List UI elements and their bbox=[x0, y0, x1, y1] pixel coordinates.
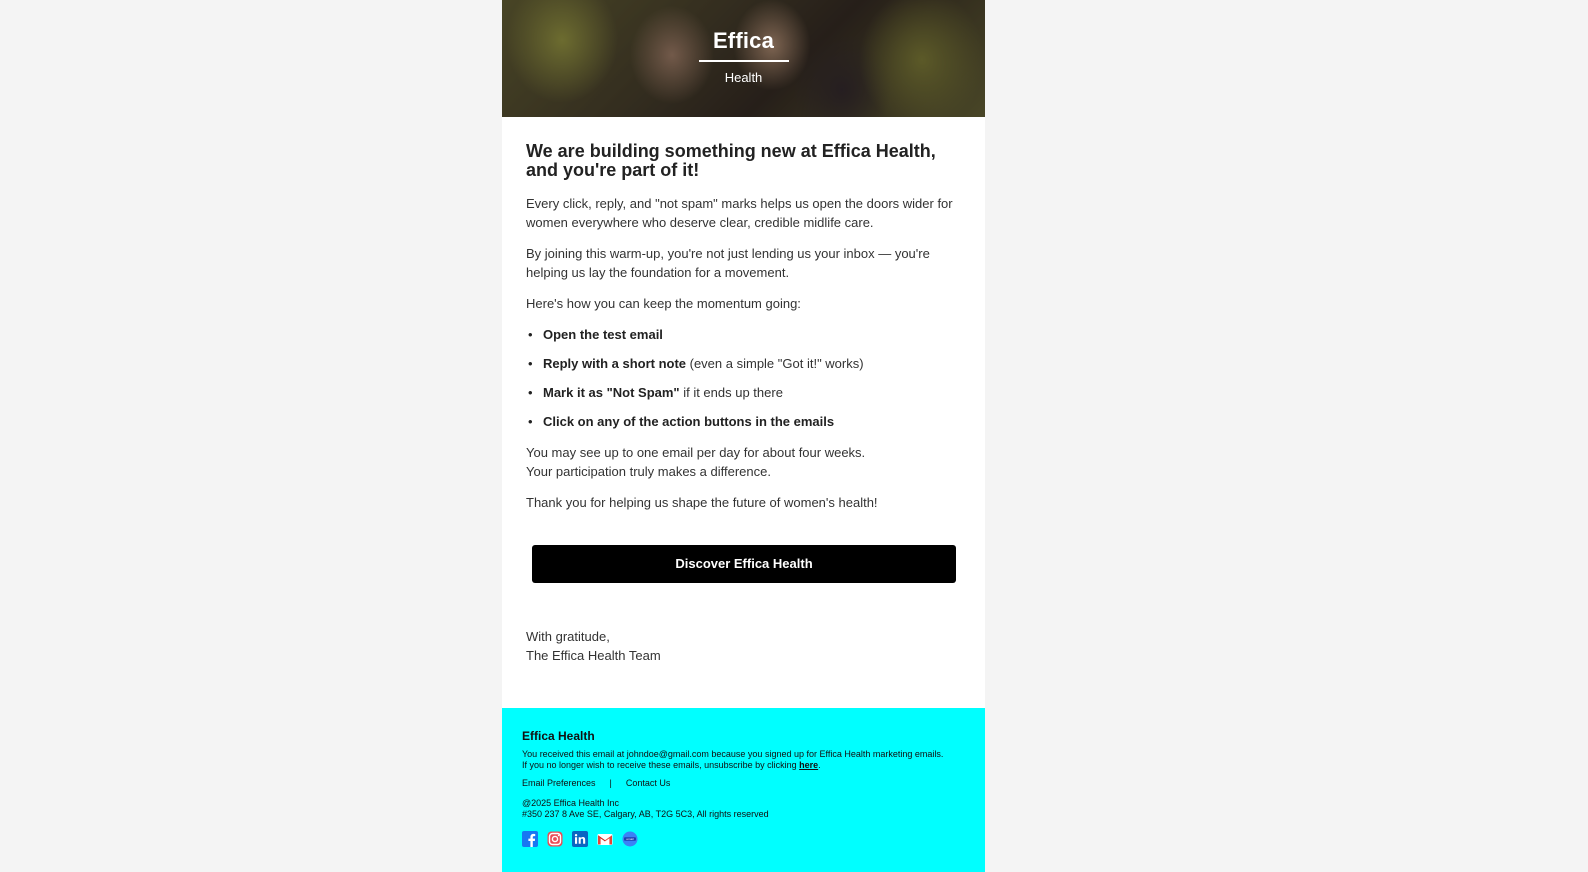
footer-notice: You received this email at johndoe@gmail… bbox=[522, 749, 965, 770]
brand-subtitle: Health bbox=[724, 70, 763, 85]
frequency-line: You may see up to one email per day for … bbox=[526, 445, 866, 460]
hero-banner: Effica Health bbox=[502, 0, 985, 117]
unsubscribe-link[interactable]: here bbox=[799, 760, 818, 770]
gmail-icon[interactable] bbox=[597, 831, 613, 847]
paragraph-momentum: Here's how you can keep the momentum goi… bbox=[526, 296, 801, 311]
hero-brand: Effica Health bbox=[502, 0, 985, 85]
email-container: Effica Health We are building something … bbox=[502, 0, 985, 872]
brand-divider bbox=[698, 60, 789, 62]
footer-notice-line2: If you no longer wish to receive these e… bbox=[522, 759, 800, 770]
footer-title: Effica Health bbox=[522, 729, 595, 743]
address: #350 237 8 Ave SE, Calgary, AB, T2G 5C3,… bbox=[522, 809, 769, 819]
footer-link-separator: | bbox=[609, 778, 612, 788]
paragraph-warmup: By joining this warm-up, you're not just… bbox=[526, 246, 930, 280]
list-item: Reply with a short note (even a simple "… bbox=[526, 354, 961, 373]
footer-notice-line1: You received this email at johndoe@gmail… bbox=[522, 749, 944, 759]
list-item-text: if it ends up there bbox=[679, 385, 783, 400]
cta-wrapper: Discover Effica Health bbox=[502, 524, 985, 583]
list-item-bold: Mark it as "Not Spam" bbox=[543, 385, 680, 400]
signoff: With gratitude, The Effica Health Team bbox=[502, 583, 985, 665]
signoff-greeting: With gratitude, bbox=[526, 629, 610, 644]
signoff-team: The Effica Health Team bbox=[526, 648, 661, 663]
email-body: We are building something new at Effica … bbox=[502, 117, 985, 512]
headline: We are building something new at Effica … bbox=[526, 141, 936, 180]
paragraph-frequency: You may see up to one email per day for … bbox=[526, 443, 961, 481]
list-item: Click on any of the action buttons in th… bbox=[526, 412, 961, 431]
paragraph-intro: Every click, reply, and "not spam" marks… bbox=[526, 196, 953, 230]
paragraph-thanks: Thank you for helping us shape the futur… bbox=[526, 495, 878, 510]
difference-line: Your participation truly makes a differe… bbox=[526, 464, 771, 479]
svg-text:email: email bbox=[626, 837, 634, 841]
brand-name: Effica bbox=[712, 28, 775, 53]
footer-links: Email Preferences | Contact Us bbox=[522, 778, 965, 789]
social-icons: email bbox=[522, 831, 965, 847]
list-item-bold: Reply with a short note bbox=[543, 356, 687, 371]
list-item-bold: Click on any of the action buttons in th… bbox=[543, 414, 835, 429]
list-item-text: (even a simple "Got it!" works) bbox=[686, 356, 864, 371]
linkedin-icon[interactable] bbox=[572, 831, 588, 847]
footer-notice-end: . bbox=[818, 759, 821, 770]
email-badge-icon[interactable]: email bbox=[622, 831, 638, 847]
instagram-icon[interactable] bbox=[547, 831, 563, 847]
facebook-icon[interactable] bbox=[522, 831, 538, 847]
discover-button[interactable]: Discover Effica Health bbox=[532, 545, 956, 583]
list-item: Open the test email bbox=[526, 325, 961, 344]
footer: Effica Health You received this email at… bbox=[502, 708, 985, 872]
contact-us-link[interactable]: Contact Us bbox=[626, 778, 671, 788]
footer-address-block: @2025 Effica Health Inc #350 237 8 Ave S… bbox=[522, 798, 965, 820]
copyright: @2025 Effica Health Inc bbox=[522, 798, 620, 808]
action-list: Open the test email Reply with a short n… bbox=[526, 325, 961, 431]
list-item: Mark it as "Not Spam" if it ends up ther… bbox=[526, 383, 961, 402]
list-item-bold: Open the test email bbox=[543, 327, 663, 342]
email-preferences-link[interactable]: Email Preferences bbox=[522, 778, 596, 788]
